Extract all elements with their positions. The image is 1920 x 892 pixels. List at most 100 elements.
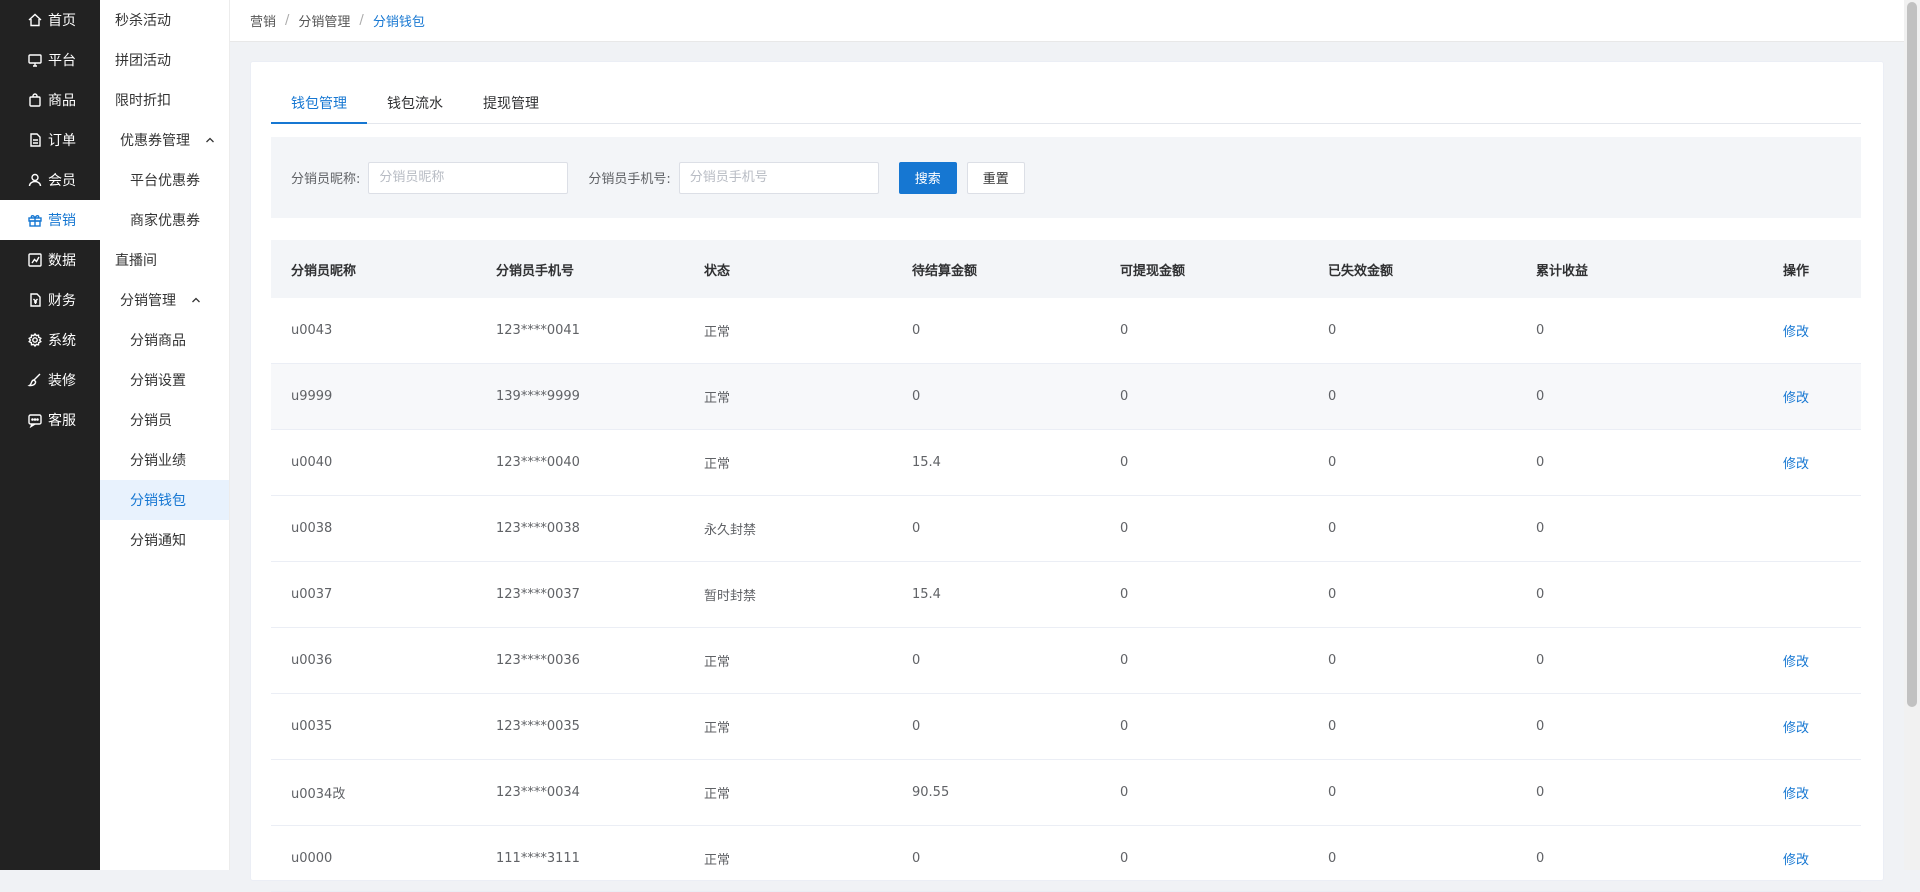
submenu-item-12[interactable]: 分销钱包 bbox=[100, 480, 229, 520]
tab-bar: 钱包管理 钱包流水 提现管理 bbox=[271, 88, 1861, 124]
nav-item-10[interactable]: 客服 bbox=[0, 400, 100, 440]
submenu-item-13[interactable]: 分销通知 bbox=[100, 520, 229, 560]
submenu-item-6[interactable]: 直播间 bbox=[100, 240, 229, 280]
scrollbar-thumb[interactable] bbox=[1907, 2, 1917, 707]
table-row: u0043 123****0041 正常 0 0 0 0 修改 bbox=[271, 298, 1861, 364]
tab-wallet-flow[interactable]: 钱包流水 bbox=[367, 88, 463, 122]
submenu-item-3[interactable]: 优惠券管理 bbox=[100, 120, 229, 160]
chat-icon bbox=[27, 412, 43, 428]
breadcrumb-item-distribution[interactable]: 分销管理 bbox=[298, 11, 350, 30]
table-cell-total: 0 bbox=[1536, 455, 1545, 470]
nav-item-label: 首页 bbox=[48, 13, 76, 29]
table-cell-phone: 123****0034 bbox=[496, 785, 580, 800]
submenu-item-2[interactable]: 限时折扣 bbox=[100, 80, 229, 120]
nav-item-4[interactable]: 会员 bbox=[0, 160, 100, 200]
breadcrumb-item-marketing[interactable]: 营销 bbox=[250, 11, 276, 30]
chevron-up-icon bbox=[191, 295, 201, 305]
nav-item-9[interactable]: 装修 bbox=[0, 360, 100, 400]
gear-icon bbox=[27, 332, 43, 348]
nav-item-2[interactable]: 商品 bbox=[0, 80, 100, 120]
edit-link[interactable]: 修改 bbox=[1783, 325, 1809, 340]
submenu-item-4[interactable]: 平台优惠券 bbox=[100, 160, 229, 200]
phone-label: 分销员手机号: bbox=[588, 172, 671, 187]
table-cell-action: 修改 bbox=[1763, 849, 1861, 868]
nav-item-label: 客服 bbox=[48, 413, 76, 429]
table-header: 分销员昵称 分销员手机号 状态 待结算金额 可提现金额 已失效金额 累计收益 操作 bbox=[271, 240, 1861, 298]
submenu-item-11[interactable]: 分销业绩 bbox=[100, 440, 229, 480]
table-cell-total: 0 bbox=[1536, 323, 1545, 338]
phone-input[interactable] bbox=[678, 161, 879, 194]
table-row: u0036 123****0036 正常 0 0 0 0 修改 bbox=[271, 628, 1861, 694]
breadcrumb-separator: / bbox=[359, 13, 364, 28]
submenu-item-10[interactable]: 分销员 bbox=[100, 400, 229, 440]
submenu-item-label: 商家优惠券 bbox=[130, 213, 200, 229]
submenu-item-label: 分销业绩 bbox=[130, 453, 186, 469]
table-cell-pending: 0 bbox=[912, 521, 921, 536]
table-cell-status: 正常 bbox=[704, 325, 731, 340]
table-cell-expired: 0 bbox=[1328, 521, 1337, 536]
table-cell-expired: 0 bbox=[1328, 719, 1337, 734]
submenu-item-label: 秒杀活动 bbox=[115, 13, 171, 29]
nav-item-8[interactable]: 系统 bbox=[0, 320, 100, 360]
table-cell-nickname: u0043 bbox=[291, 323, 333, 338]
edit-link[interactable]: 修改 bbox=[1783, 655, 1809, 670]
nav-item-label: 系统 bbox=[48, 333, 76, 349]
submenu-item-5[interactable]: 商家优惠券 bbox=[100, 200, 229, 240]
table-cell-phone: 123****0041 bbox=[496, 323, 580, 338]
nav-item-0[interactable]: 首页 bbox=[0, 0, 100, 40]
submenu-item-label: 分销钱包 bbox=[130, 493, 186, 509]
table-cell-nickname: u0000 bbox=[291, 851, 333, 866]
submenu-item-label: 分销员 bbox=[130, 413, 172, 429]
table-cell-nickname: u0040 bbox=[291, 455, 333, 470]
edit-link[interactable]: 修改 bbox=[1783, 391, 1809, 406]
nickname-label: 分销员昵称: bbox=[291, 172, 361, 187]
table-cell-nickname: u0037 bbox=[291, 587, 333, 602]
table-cell-action: 修改 bbox=[1763, 783, 1861, 802]
table-cell-pending: 0 bbox=[912, 653, 921, 668]
table-cell-withdrawable: 0 bbox=[1120, 851, 1129, 866]
table-cell-phone: 123****0040 bbox=[496, 455, 580, 470]
nav-item-3[interactable]: 订单 bbox=[0, 120, 100, 160]
submenu-item-7[interactable]: 分销管理 bbox=[100, 280, 229, 320]
user-icon bbox=[27, 172, 43, 188]
table-cell-pending: 15.4 bbox=[912, 587, 941, 602]
nav-item-label: 会员 bbox=[48, 173, 76, 189]
submenu-item-0[interactable]: 秒杀活动 bbox=[100, 0, 229, 40]
table-cell-expired: 0 bbox=[1328, 389, 1337, 404]
table-cell-status: 正常 bbox=[704, 721, 731, 736]
nav-item-1[interactable]: 平台 bbox=[0, 40, 100, 80]
nav-item-5[interactable]: 营销 bbox=[0, 200, 100, 240]
brush-icon bbox=[27, 372, 43, 388]
nickname-input[interactable] bbox=[368, 161, 569, 194]
tab-wallet-management[interactable]: 钱包管理 bbox=[271, 88, 367, 124]
table-cell-status: 正常 bbox=[704, 457, 731, 472]
table-cell-pending: 15.4 bbox=[912, 455, 941, 470]
breadcrumb-item-wallet: 分销钱包 bbox=[372, 15, 425, 30]
table-cell-pending: 0 bbox=[912, 851, 921, 866]
nav-item-6[interactable]: 数据 bbox=[0, 240, 100, 280]
edit-link[interactable]: 修改 bbox=[1783, 787, 1809, 802]
submenu-item-1[interactable]: 拼团活动 bbox=[100, 40, 229, 80]
table-cell-withdrawable: 0 bbox=[1120, 521, 1129, 536]
primary-sidebar: 首页平台 商品 订单会员营销数据财务系统装修客服 bbox=[0, 0, 100, 870]
edit-link[interactable]: 修改 bbox=[1783, 853, 1809, 868]
document-icon bbox=[27, 132, 43, 148]
table-row: u0040 123****0040 正常 15.4 0 0 0 修改 bbox=[271, 430, 1861, 496]
nav-item-label: 财务 bbox=[48, 293, 76, 309]
chevron-up-icon bbox=[205, 135, 215, 145]
submenu-item-9[interactable]: 分销设置 bbox=[100, 360, 229, 400]
wallet-table: 分销员昵称 分销员手机号 状态 待结算金额 可提现金额 已失效金额 累计收益 操作 u0043 1… bbox=[271, 240, 1861, 892]
gift-icon bbox=[27, 212, 43, 228]
submenu-item-8[interactable]: 分销商品 bbox=[100, 320, 229, 360]
edit-link[interactable]: 修改 bbox=[1783, 721, 1809, 736]
edit-link[interactable]: 修改 bbox=[1783, 457, 1809, 472]
submenu-item-label: 拼团活动 bbox=[115, 53, 171, 69]
nav-item-label: 数据 bbox=[48, 253, 76, 269]
table-cell-withdrawable: 0 bbox=[1120, 785, 1129, 800]
reset-button[interactable]: 重置 bbox=[966, 161, 1025, 194]
search-panel: 分销员昵称: 分销员手机号: 搜索 重置 bbox=[271, 137, 1861, 218]
tab-withdraw-management[interactable]: 提现管理 bbox=[463, 88, 559, 122]
nav-item-7[interactable]: 财务 bbox=[0, 280, 100, 320]
page-scrollbar[interactable] bbox=[1904, 0, 1920, 870]
search-button[interactable]: 搜索 bbox=[898, 161, 957, 194]
